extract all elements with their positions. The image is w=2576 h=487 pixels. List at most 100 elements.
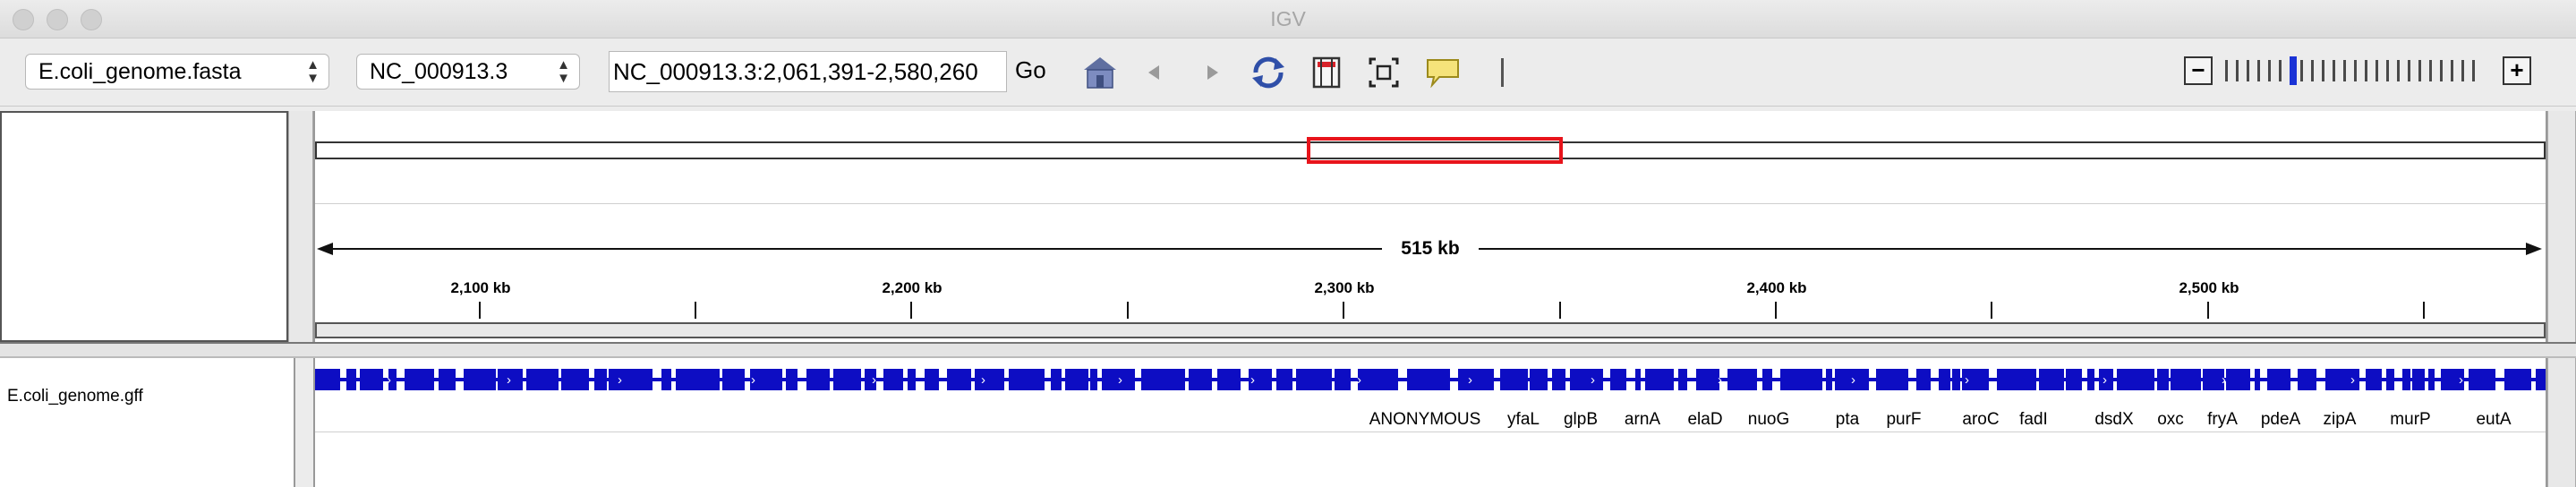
zoom-tick xyxy=(2408,60,2410,81)
home-icon[interactable] xyxy=(1080,53,1120,92)
gff-feature-track[interactable]: › › › › › › › › › › › › › › › › › › xyxy=(315,367,2546,392)
zoom-tick xyxy=(2290,56,2297,85)
ruler-tick-label: 2,500 kb xyxy=(2179,279,2239,296)
strand-arrow-icon: › xyxy=(1357,372,1361,388)
track-name-panel: E.coli_genome.gff xyxy=(0,358,295,487)
ruler-tick xyxy=(2207,302,2209,319)
window-title: IGV xyxy=(1270,7,1306,30)
gene-label: arnA xyxy=(1624,410,1661,429)
zoom-tick xyxy=(2429,60,2432,81)
zoom-tick xyxy=(2311,60,2314,81)
zoom-tick xyxy=(2451,60,2453,81)
gene-label: pdeA xyxy=(2260,410,2301,429)
zoom-tick xyxy=(2343,60,2346,81)
zoom-out-button[interactable]: − xyxy=(2184,56,2213,85)
strand-arrow-icon: › xyxy=(872,372,876,388)
panel-splitter[interactable] xyxy=(0,342,2576,358)
go-button[interactable]: Go xyxy=(1015,56,1046,84)
strand-arrow-icon: › xyxy=(981,372,985,388)
header-name-panel xyxy=(0,111,288,342)
zoom-tick xyxy=(2472,60,2475,81)
ruler-tick xyxy=(1127,302,1129,319)
ruler-tick xyxy=(1775,302,1777,319)
toolbar-separator xyxy=(1501,58,1504,87)
gene-label: yfaL xyxy=(1507,410,1540,429)
gene-label: fryA xyxy=(2207,410,2238,429)
zoom-tick xyxy=(2365,60,2367,81)
gene-label: eutA xyxy=(2476,410,2512,429)
strand-arrow-icon: › xyxy=(751,372,755,388)
ruler-tick xyxy=(1343,302,1344,319)
strand-arrow-icon: › xyxy=(618,372,622,388)
forward-icon[interactable] xyxy=(1192,53,1232,92)
track-separator xyxy=(315,431,2546,432)
toolbar: E.coli_genome.fasta ▲▼ NC_000913.3 ▲▼ Go… xyxy=(0,38,2576,107)
ruler-tick xyxy=(1559,302,1561,319)
strand-arrow-icon: › xyxy=(1718,372,1722,388)
gene-label: nuoG xyxy=(1747,410,1790,429)
zoom-tick xyxy=(2247,60,2249,81)
zoom-tick xyxy=(2376,60,2378,81)
ruler-tick xyxy=(479,302,481,319)
gene-label: ANONYMOUS xyxy=(1369,410,1481,429)
chromosome-select[interactable]: NC_000913.3 ▲ ▼ xyxy=(356,54,580,90)
strand-arrow-icon: › xyxy=(1591,372,1595,388)
ruler-bottom-bar xyxy=(315,322,2546,338)
zoom-slider[interactable] xyxy=(2225,56,2485,85)
zoom-tick xyxy=(2418,60,2421,81)
ruler-tick-label: 2,200 kb xyxy=(882,279,943,296)
ruler-tick-label: 2,300 kb xyxy=(1314,279,1375,296)
ideogram-separator xyxy=(315,203,2546,204)
popup-info-icon[interactable] xyxy=(1423,53,1463,92)
zoom-tick xyxy=(2236,60,2239,81)
current-region-box[interactable] xyxy=(1307,137,1563,164)
zoom-tick xyxy=(2257,60,2260,81)
ruler-tick xyxy=(1991,302,1992,319)
chromosome-select-value: NC_000913.3 xyxy=(370,59,508,84)
zoom-tick xyxy=(2268,60,2271,81)
zoom-tick xyxy=(2300,60,2303,81)
strand-arrow-icon: › xyxy=(507,372,511,388)
strand-arrow-icon: › xyxy=(1851,372,1855,388)
span-label: 515 kb xyxy=(1401,238,1460,259)
zoom-in-button[interactable]: + xyxy=(2503,56,2531,85)
select-arrows-icon: ▲ ▼ xyxy=(306,57,320,86)
track-scrollbar[interactable] xyxy=(2547,358,2576,487)
ruler-tick xyxy=(695,302,696,319)
gene-label: fadI xyxy=(2019,410,2048,429)
gene-label: glpB xyxy=(1563,410,1599,429)
ruler-tick-label: 2,100 kb xyxy=(450,279,511,296)
gene-label: oxc xyxy=(2157,410,2184,429)
gene-label: aroC xyxy=(1962,410,2000,429)
select-arrows-icon: ▲ ▼ xyxy=(557,57,570,86)
zoom-tick xyxy=(2461,60,2464,81)
region-of-interest-icon[interactable] xyxy=(1307,53,1346,92)
zoom-tick xyxy=(2322,60,2324,81)
header-data-panel: 515 kb xyxy=(313,111,2547,342)
zoom-tick xyxy=(2225,60,2228,81)
ruler-tick xyxy=(2423,302,2425,319)
strand-arrow-icon: › xyxy=(1965,372,1969,388)
zoom-tick xyxy=(2354,60,2357,81)
strand-arrow-icon: › xyxy=(2103,372,2107,388)
zoom-tick xyxy=(2397,60,2400,81)
genome-select-value: E.coli_genome.fasta xyxy=(38,59,242,84)
scrollbar[interactable] xyxy=(2547,111,2576,342)
genome-select[interactable]: E.coli_genome.fasta ▲ ▼ xyxy=(25,54,329,90)
strand-arrow-icon: › xyxy=(387,372,391,388)
strand-arrow-icon: › xyxy=(1250,372,1255,388)
back-icon[interactable] xyxy=(1135,53,1174,92)
zoom-tick xyxy=(2333,60,2335,81)
strand-arrow-icon: › xyxy=(1118,372,1122,388)
strand-arrow-icon: › xyxy=(2459,372,2463,388)
gene-label: dsdX xyxy=(2094,410,2134,429)
panel-divider[interactable] xyxy=(288,111,313,342)
strand-arrow-icon: › xyxy=(2222,372,2226,388)
gene-label: purF xyxy=(1886,410,1922,429)
zoom-tick xyxy=(2386,60,2389,81)
fit-to-window-icon[interactable] xyxy=(1364,53,1403,92)
strand-arrow-icon: › xyxy=(2350,372,2355,388)
refresh-icon[interactable] xyxy=(1249,53,1288,92)
locus-search-input[interactable] xyxy=(609,51,1007,92)
track-name-gff[interactable]: E.coli_genome.gff xyxy=(7,387,143,406)
